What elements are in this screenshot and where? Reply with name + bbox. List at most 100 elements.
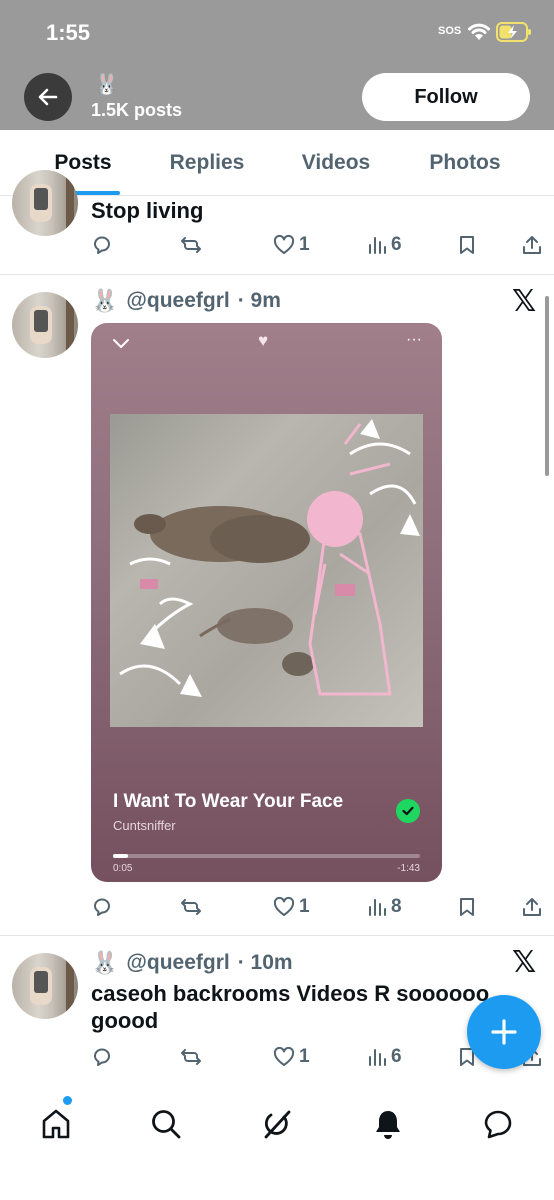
tab-photos[interactable]: Photos — [424, 130, 506, 195]
share-button[interactable] — [521, 896, 543, 918]
profile-header: 1:55 SOS 🐰 1.5K posts Follow — [0, 0, 554, 130]
repost-button[interactable] — [179, 234, 203, 256]
views-button[interactable]: 6 — [367, 234, 402, 256]
like-button[interactable]: 1 — [273, 1046, 310, 1068]
tab-videos[interactable]: Videos — [248, 130, 424, 195]
avatar[interactable] — [12, 170, 78, 236]
post-text: Stop living — [91, 198, 204, 223]
remaining-time: -1:43 — [397, 863, 420, 874]
avatar-frame — [66, 292, 74, 358]
nav-messages[interactable] — [476, 1102, 520, 1146]
profile-emoji: 🐰 — [94, 74, 119, 96]
share-icon — [523, 898, 541, 916]
post-divider — [0, 274, 554, 275]
spotify-now-playing-card[interactable]: ♥ ··· I Want To Wear Your Face Cuntsniff — [91, 323, 442, 882]
tab-label: Replies — [169, 150, 245, 174]
heart-icon — [273, 234, 295, 254]
reply-icon — [94, 236, 110, 254]
view-count: 6 — [391, 1046, 402, 1067]
x-logo-icon: 𝕏 — [512, 945, 537, 980]
avatar-phone — [34, 310, 48, 332]
new-content-dot — [63, 1096, 72, 1105]
post-time: · 9m — [237, 289, 281, 312]
like-count: 1 — [299, 1046, 310, 1067]
heart-icon — [273, 1046, 295, 1066]
views-button[interactable]: 6 — [367, 1046, 402, 1068]
tab-label: Posts — [54, 150, 112, 174]
views-icon — [369, 237, 386, 254]
repost-icon — [181, 237, 201, 253]
avatar-frame — [66, 170, 74, 236]
more-icon[interactable]: ··· — [406, 331, 422, 349]
track-artist: Cuntsniffer — [113, 818, 176, 833]
like-count: 1 — [299, 234, 310, 255]
follow-button[interactable]: Follow — [362, 73, 530, 121]
card-top-bar: ♥ ··· — [91, 331, 442, 357]
post-actions: 1 8 — [91, 896, 541, 924]
plus-icon — [491, 1019, 517, 1045]
post-author-row: 🐰 @queefgrl · 10m — [91, 950, 293, 976]
compose-post-button[interactable] — [467, 995, 541, 1069]
battery-charging-icon — [496, 22, 531, 42]
post-divider — [0, 935, 554, 936]
saved-check-icon[interactable] — [396, 799, 420, 823]
nav-notifications[interactable] — [366, 1102, 410, 1146]
views-icon — [369, 1049, 386, 1066]
author-handle[interactable]: @queefgrl — [126, 951, 229, 975]
like-button[interactable]: 1 — [273, 896, 310, 918]
reply-button[interactable] — [91, 896, 113, 918]
scrollbar[interactable] — [545, 296, 549, 476]
back-button[interactable] — [24, 73, 72, 121]
nav-search[interactable] — [144, 1102, 188, 1146]
views-button[interactable]: 8 — [367, 896, 402, 918]
repost-button[interactable] — [179, 896, 203, 918]
author-emoji: 🐰 — [91, 950, 119, 975]
elapsed-time: 0:05 — [113, 863, 133, 874]
avatar[interactable] — [12, 292, 78, 358]
heart-small-icon[interactable]: ♥ — [258, 331, 268, 351]
tab-label: Videos — [301, 150, 371, 174]
status-time: 1:55 — [46, 20, 91, 45]
reply-icon — [94, 1048, 110, 1066]
bookmark-button[interactable] — [457, 234, 477, 256]
like-count: 1 — [299, 896, 310, 917]
bottom-navigation — [0, 1084, 554, 1200]
tab-label: Photos — [429, 150, 501, 174]
author-handle[interactable]: @queefgrl — [126, 289, 229, 313]
tab-replies[interactable]: Replies — [166, 130, 248, 195]
post-actions: 1 6 — [91, 234, 541, 262]
avatar[interactable] — [12, 953, 78, 1019]
nav-home[interactable] — [34, 1102, 78, 1146]
x-logo-icon: 𝕏 — [512, 284, 537, 319]
reply-button[interactable] — [91, 1046, 113, 1068]
album-art-illustration — [119, 419, 420, 697]
sos-indicator: SOS — [438, 25, 462, 37]
like-button[interactable]: 1 — [273, 234, 310, 256]
album-art — [110, 414, 423, 727]
chevron-down-icon[interactable] — [111, 335, 131, 351]
repost-button[interactable] — [179, 1046, 203, 1068]
track-title: I Want To Wear Your Face — [113, 791, 344, 812]
heart-icon — [273, 896, 295, 916]
search-icon — [152, 1110, 181, 1139]
nav-grok[interactable] — [255, 1102, 299, 1146]
reply-button[interactable] — [91, 234, 113, 256]
playback-progress-fill — [113, 854, 129, 858]
bookmark-button[interactable] — [457, 896, 477, 918]
checkmark-icon — [402, 806, 414, 816]
playback-progress-bar[interactable] — [113, 854, 420, 858]
views-icon — [369, 899, 386, 916]
reply-icon — [94, 898, 110, 916]
notifications-icon — [376, 1111, 400, 1139]
avatar-frame — [66, 953, 74, 1019]
view-count: 6 — [391, 234, 402, 255]
avatar-phone — [34, 188, 48, 210]
repost-icon — [181, 1049, 201, 1065]
bookmark-icon — [460, 236, 474, 254]
post-text: caseoh backrooms Videos R soooooo goood — [91, 981, 490, 1033]
grok-icon — [264, 1110, 291, 1139]
post-author-row: 🐰 @queefgrl · 9m — [91, 288, 281, 314]
share-button[interactable] — [521, 234, 543, 256]
share-icon — [523, 236, 541, 254]
avatar-phone — [34, 971, 48, 993]
